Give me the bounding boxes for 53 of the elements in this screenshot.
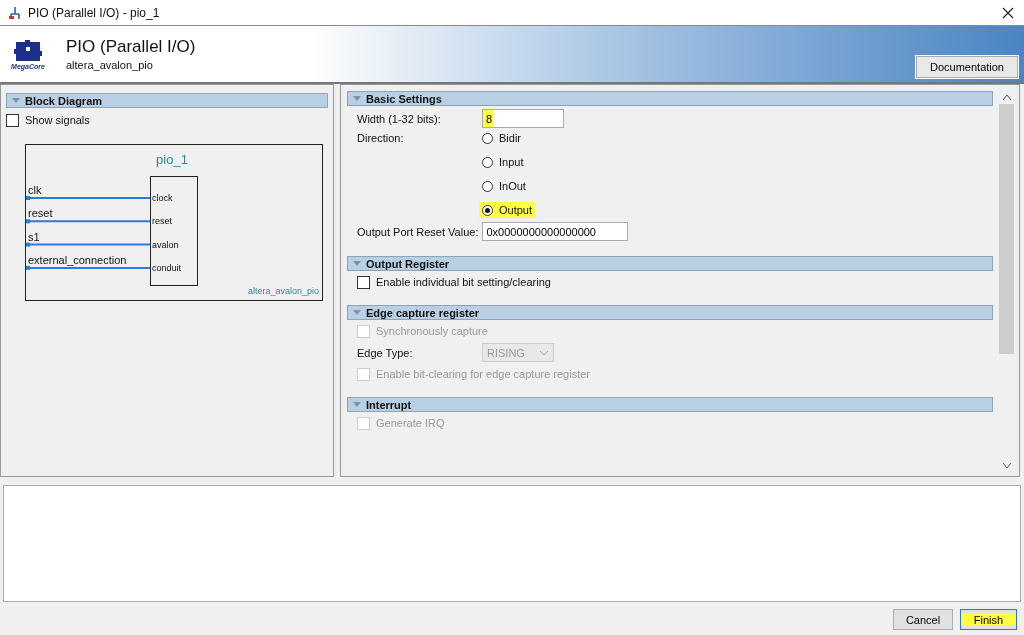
port-label: avalon <box>152 239 179 250</box>
section-title: Basic Settings <box>366 92 442 105</box>
component-title: PIO (Parallel I/O) <box>66 37 197 57</box>
radio-label: Input <box>499 156 524 168</box>
component-type: altera_avalon_pio <box>247 286 319 296</box>
radio-label: Output <box>499 204 533 216</box>
close-icon[interactable] <box>1002 6 1014 19</box>
field-label: Edge Type: <box>357 346 414 359</box>
text-field[interactable]: 8 <box>482 109 564 128</box>
section-title: Output Register <box>366 257 450 270</box>
section-header[interactable]: Edge capture register <box>347 305 993 320</box>
radio-button[interactable] <box>482 156 493 168</box>
port-label: clock <box>152 193 173 203</box>
scroll-up-icon[interactable] <box>1002 95 1011 100</box>
section-header[interactable]: Block Diagram <box>6 93 328 108</box>
checkbox[interactable] <box>6 113 19 127</box>
signal-label: reset <box>28 207 53 220</box>
section-header[interactable]: Output Register <box>347 256 993 271</box>
signal-label: external_connection <box>28 253 127 266</box>
signal-label: clk <box>28 184 42 196</box>
section-title: Edge capture register <box>366 306 480 319</box>
radio-label: Bidir <box>499 132 521 144</box>
checkbox[interactable] <box>357 275 370 289</box>
section-header[interactable]: Basic Settings <box>347 91 993 106</box>
field-label: Direction: <box>357 132 405 144</box>
checkbox-label: Generate IRQ <box>376 417 445 429</box>
radio-button[interactable] <box>482 132 493 144</box>
port-label: reset <box>152 216 172 227</box>
window-title: PIO (Parallel I/O) - pio_1 <box>28 5 161 20</box>
field-label: Output Port Reset Value: <box>357 225 480 238</box>
radio-button[interactable] <box>482 204 493 216</box>
component-subtitle: altera_avalon_pio <box>66 59 154 71</box>
field-label: Width (1-32 bits): <box>357 112 442 125</box>
documentation-button[interactable]: Documentation <box>916 56 1018 78</box>
checkbox-label: Enable individual bit setting/clearing <box>376 276 551 288</box>
section-title: Interrupt <box>366 398 412 411</box>
dialog-button[interactable]: Cancel <box>893 609 953 630</box>
checkbox-label: Enable bit-clearing for edge capture register <box>376 368 590 380</box>
port-label: conduit <box>152 262 182 273</box>
instance-name: pio_1 <box>156 152 188 167</box>
scroll-down-icon[interactable] <box>1002 463 1011 468</box>
checkbox-label: Show signals <box>25 114 90 126</box>
section-header[interactable]: Interrupt <box>347 397 993 412</box>
radio-label: InOut <box>499 180 526 192</box>
caret-icon <box>539 349 549 356</box>
signal-label: s1 <box>28 230 40 243</box>
puzzle-logo-icon <box>13 38 43 63</box>
checkbox-label: Synchronously capture <box>376 325 488 337</box>
radio-button[interactable] <box>482 180 493 192</box>
dialog-button[interactable]: Finish <box>960 609 1017 630</box>
section-title: Block Diagram <box>25 94 103 107</box>
text-field[interactable]: 0x0000000000000000 <box>482 222 629 241</box>
app-icon <box>8 5 22 20</box>
